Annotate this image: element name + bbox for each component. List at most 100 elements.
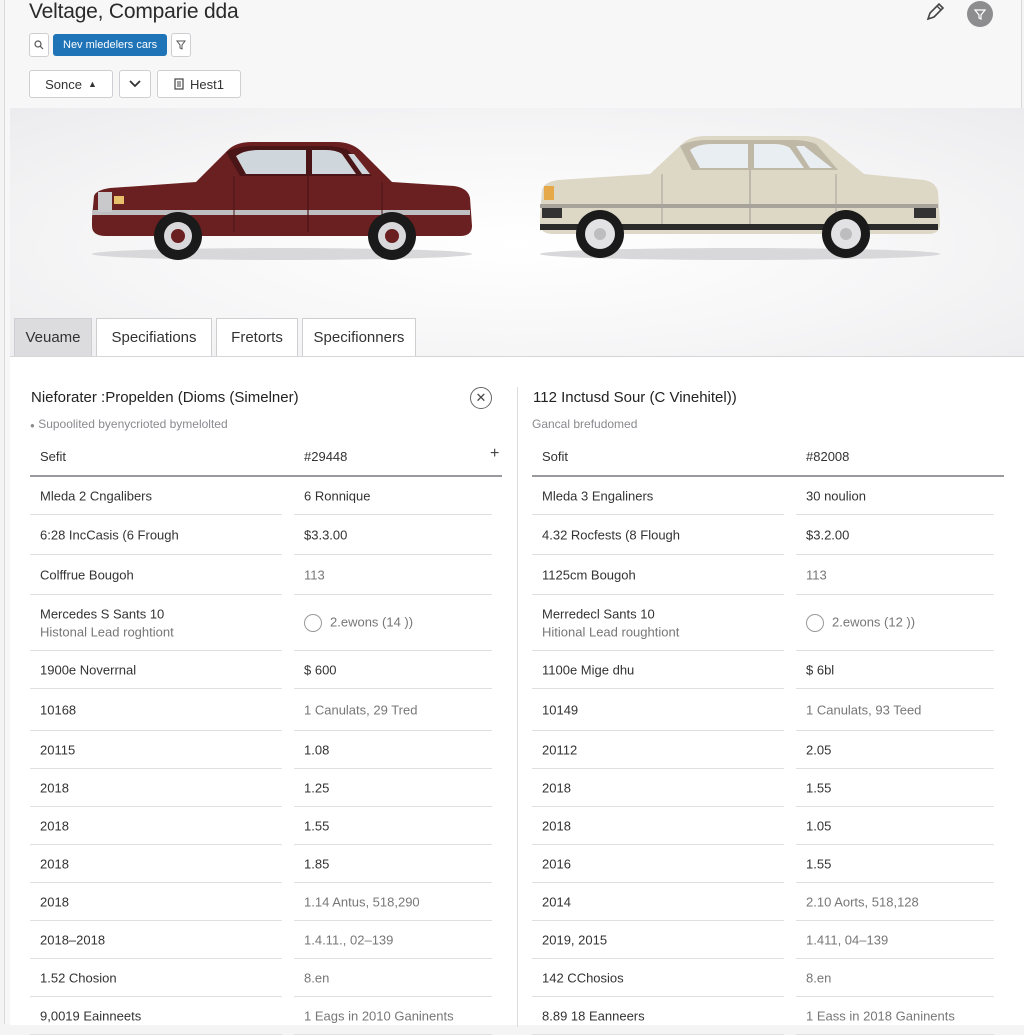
dropdown-button[interactable] — [119, 70, 151, 98]
table-row: 2018 1.25 — [30, 769, 502, 807]
row-value-text: 1 Canulats, 29 Tred — [304, 702, 417, 717]
edit-icon[interactable] — [925, 0, 947, 27]
row-value-cell: 1.55 — [294, 807, 492, 845]
row-value: $ 6bl — [806, 662, 835, 677]
filter-funnel-icon[interactable] — [967, 0, 993, 27]
table-row: 2018–2018 1.4.11., 02–139 — [30, 921, 502, 959]
row-label: 2018 — [542, 818, 571, 833]
row-label-cell: Merredecl Sants 10 Hitional Lead roughtio… — [532, 595, 784, 651]
row-value-text: $3.2.00 — [806, 527, 849, 542]
close-icon[interactable]: ✕ — [470, 387, 492, 409]
row-label: 2018 — [542, 780, 571, 795]
row-label-cell: 2018 — [30, 807, 282, 845]
row-value-cell: 1.55 — [796, 845, 994, 883]
add-row-icon[interactable]: + — [490, 445, 499, 463]
row-label-text: 9,0019 Eainneets — [40, 1008, 141, 1023]
table-row: Mleda 2 Cngalibers 6 Ronnique — [30, 477, 502, 515]
tab-specifiers[interactable]: Specifionners — [302, 318, 416, 356]
row-value-cell: 1.411, 04–139 — [796, 921, 994, 959]
row-label: 8.89 18 Eanneers — [542, 1008, 645, 1023]
row-label: 1125cm Bougoh — [542, 567, 636, 582]
table-row: 9,0019 Eainneets 1 Eags in 2010 Ganinents — [30, 997, 502, 1035]
row-label-secondary: Histonal Lead roghtiont — [40, 624, 174, 639]
row-label: 6:28 IncCasis (6 Frough — [40, 527, 179, 542]
row-label-cell: 1125cm Bougoh — [532, 555, 784, 595]
row-label-text: Mleda 3 Engaliners — [542, 488, 653, 503]
row-label: 10168 — [40, 702, 77, 717]
right-header-col2: #82008 — [806, 449, 850, 464]
row-value-cell: 1 Eass in 2018 Ganinents — [796, 997, 994, 1035]
row-value: 1.25 — [304, 780, 330, 795]
row-value: 1.85 — [304, 856, 330, 871]
table-row: 8.89 18 Eanneers 1 Eass in 2018 Ganinents — [532, 997, 1004, 1035]
row-value-cell: 6 Ronnique — [294, 477, 492, 515]
top-actions — [925, 0, 993, 27]
search-icon[interactable] — [29, 33, 49, 57]
radio-option[interactable] — [806, 613, 824, 632]
table-row: Colffrue Bougoh 113 — [30, 555, 502, 595]
row-label-text: 1100e Mige dhu — [542, 662, 634, 677]
row-value: 1 Canulats, 93 Teed — [806, 702, 922, 717]
row-value-text: 8.en — [304, 970, 329, 985]
chevron-down-icon — [129, 80, 141, 88]
row-label: Mercedes S Sants 10 — [40, 606, 165, 621]
sort-button[interactable]: Sonce ▲ — [29, 70, 113, 98]
right-table-rows: Mleda 3 Engaliners 30 noulion 4.32 Rocfest… — [532, 477, 1004, 1035]
panel-divider — [517, 387, 518, 1027]
row-value: $3.3.00 — [304, 527, 348, 542]
row-label-text: 2018 — [40, 818, 69, 833]
left-table-rows: Mleda 2 Cngalibers 6 Ronnique 6:28 IncCasi… — [30, 477, 502, 1035]
row-label: Colffrue Bougoh — [40, 567, 134, 582]
radio-option[interactable] — [304, 613, 322, 632]
tab-overview[interactable]: Veuame — [14, 318, 92, 356]
row-value-text: $ 6bl — [806, 662, 834, 677]
table-row: 2018 1.14 Antus, 518,290 — [30, 883, 502, 921]
table-row: 2019, 2015 1.411, 04–139 — [532, 921, 1004, 959]
row-value-cell: 1.25 — [294, 769, 492, 807]
filter-icon[interactable] — [171, 33, 192, 57]
row-value: 2.10 Aorts, 518,128 — [806, 894, 919, 909]
row-value: 1.05 — [806, 818, 832, 833]
row-value: $ 600 — [304, 662, 337, 677]
row-label-cell: 20115 — [30, 731, 282, 769]
row-value-text: 1 Canulats, 93 Teed — [806, 702, 921, 717]
toolbar-controls: Sonce ▲ Hest1 — [29, 70, 241, 98]
row-label-text: 2019, 2015 — [542, 932, 607, 947]
row-value: 8.en — [304, 970, 330, 985]
tab-specifications[interactable]: Specifiations — [96, 318, 212, 356]
row-label-text: 2014 — [542, 894, 571, 909]
row-value: 1 Eass in 2018 Ganinents — [806, 1008, 955, 1023]
row-label-cell: 20112 — [532, 731, 784, 769]
row-label: 2018–2018 — [40, 932, 106, 947]
row-label-text: 20112 — [542, 742, 577, 757]
row-label: 9,0019 Eainneets — [40, 1008, 142, 1023]
row-label-cell: Mleda 2 Cngalibers — [30, 477, 282, 515]
left-subtitle-text: Supoolited byenycrioted bymelolted — [38, 417, 228, 431]
row-value-text: 1.08 — [304, 742, 329, 757]
row-label: 20115 — [40, 742, 76, 757]
row-label: 10149 — [542, 702, 579, 717]
table-row: Merredecl Sants 10 Hitional Lead roughtio… — [532, 595, 1004, 651]
table-row: Mercedes S Sants 10 Histonal Lead roghtio… — [30, 595, 502, 651]
table-row: 10168 1 Canulats, 29 Tred — [30, 689, 502, 731]
row-label-cell: 2018–2018 — [30, 921, 282, 959]
tab-features[interactable]: Fretorts — [216, 318, 298, 356]
row-value: 113 — [806, 567, 827, 582]
search-filter-chip[interactable]: Nev mledelers cars — [53, 34, 168, 56]
row-label-text: Colffrue Bougoh — [40, 567, 134, 582]
row-label-cell: 2016 — [532, 845, 784, 883]
table-row: 2014 2.10 Aorts, 518,128 — [532, 883, 1004, 921]
row-value-text: 1.55 — [806, 780, 831, 795]
heat-button[interactable]: Hest1 — [157, 70, 241, 98]
row-value: 1 Canulats, 29 Tred — [304, 702, 418, 717]
row-value-cell: $3.3.00 — [294, 515, 492, 555]
row-value-cell: 2.10 Aorts, 518,128 — [796, 883, 994, 921]
table-row: 2018 1.85 — [30, 845, 502, 883]
row-value-text: 2.05 — [806, 742, 831, 757]
row-label: 1.52 Chosion — [40, 970, 117, 985]
search-strip: Nev mledelers cars — [29, 33, 192, 57]
row-label-text: Merredecl Sants 10 Hitional Lead roughtio… — [542, 606, 679, 639]
row-label-text: Mercedes S Sants 10 Histonal Lead roghtio… — [40, 606, 174, 639]
row-value-text: $3.3.00 — [304, 527, 347, 542]
row-label-cell: Mleda 3 Engaliners — [532, 477, 784, 515]
